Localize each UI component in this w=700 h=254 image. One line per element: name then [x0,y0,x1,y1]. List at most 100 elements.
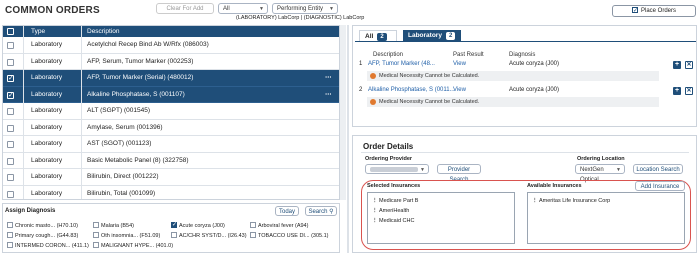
today-button[interactable]: Today [275,206,299,216]
drag-handle-icon[interactable]: ⋮ [532,198,538,204]
row-checkbox[interactable] [7,124,14,132]
provider-search-button[interactable]: Provider Search [437,164,481,183]
past-result-view-link[interactable]: View [453,61,466,67]
chevron-down-icon: ▼ [259,6,264,12]
diagnosis-option[interactable]: MALIGNANT HYPE... (401.0) [93,242,173,249]
order-description-link[interactable]: Alkaline Phosphatase, S (0011... [368,87,455,93]
diagnosis-checkbox[interactable] [93,232,99,238]
insurance-item[interactable]: ⋮ Medicare Part B [372,198,418,204]
diagnosis-option[interactable]: TOBACCO USE DI... (305.1) [250,232,329,239]
right-panel: All 2 Laboratory 2 Description Past Result… [350,25,698,253]
row-checkbox[interactable] [7,141,14,148]
row-checkbox[interactable] [7,190,14,198]
row-menu-icon[interactable]: ⋯ [325,73,332,81]
insurance-item[interactable]: ⋮ Ameritas Life Insurance Corp [532,198,610,204]
selected-orders-box: All 2 Laboratory 2 Description Past Result… [352,25,697,127]
table-row[interactable]: Laboratory Amylase, Serum (001396) [3,119,339,136]
diagnosis-label: Arboviral fever (A94) [258,223,309,229]
tab-laboratory[interactable]: Laboratory 2 [403,30,461,41]
table-row[interactable]: Laboratory AST (SGOT) (001123) [3,136,339,153]
column-header-description[interactable]: Description [87,28,120,35]
table-row[interactable]: Laboratory Bilirubin, Direct (001222) [3,169,339,186]
table-row[interactable]: Laboratory Basic Metabolic Panel (8) (322… [3,152,339,169]
diagnosis-checkbox[interactable] [7,222,13,228]
add-insurance-button[interactable]: Add Insurance [635,181,685,191]
diagnosis-checkbox[interactable] [93,242,99,248]
table-row[interactable]: Laboratory Alkaline Phosphatase, S (00110… [3,86,339,103]
diagnosis-label: Primary cough... (G44.83) [15,233,79,239]
column-header-type[interactable]: Type [31,28,45,35]
table-row[interactable]: Laboratory AFP, Serum, Tumor Marker (0022… [3,53,339,70]
diagnosis-option[interactable]: INTERMED CORON... (411.1) [7,242,89,249]
ordering-location-select[interactable]: NextGen Optical ▼ [575,164,625,183]
cell-type: Laboratory [31,74,63,81]
diagnosis-checkbox[interactable] [171,232,177,238]
col-diagnosis: Diagnosis [509,52,536,58]
table-row[interactable]: Laboratory AFP, Tumor Marker (Serial) (48… [3,70,339,87]
performing-entity-value: Performing Entity [277,6,324,12]
diagnosis-checkbox[interactable] [171,221,177,228]
insurance-name: AmeriHealth [379,208,410,214]
cell-type: Laboratory [31,173,63,180]
table-row[interactable]: Laboratory ALT (SGPT) (001545) [3,103,339,120]
performing-subheader: (LABORATORY) LabCorp | (DIAGNOSTIC) LabC… [236,15,365,21]
diagnosis-option[interactable]: Malaria (B54) [93,222,134,229]
row-checkbox[interactable] [7,174,14,181]
remove-order-button[interactable]: ✕ [685,61,693,69]
diagnosis-option[interactable]: Arboviral fever (A94) [250,222,308,229]
search-button[interactable]: Search ⚲ [305,206,337,216]
row-checkbox[interactable] [7,108,14,115]
row-checkbox[interactable] [7,74,14,82]
diagnosis-option[interactable]: Acute coryza (J00) [171,221,225,229]
diagnosis-option[interactable]: Chronic masto... (H70.10) [7,222,78,229]
ordering-provider-select[interactable]: ▼ [365,164,429,174]
drag-handle-icon[interactable]: ⋮ [372,218,378,224]
location-search-button[interactable]: Location Search [633,164,683,174]
row-checkbox[interactable] [7,58,14,66]
row-checkbox[interactable] [7,42,14,49]
diagnosis-checkbox[interactable] [7,232,13,238]
diagnosis-checkbox[interactable] [250,222,256,228]
row-checkbox[interactable] [7,91,14,99]
selected-insurances-list[interactable]: ⋮ Medicare Part B ⋮ AmeriHealth ⋮ Medicaid CH… [367,192,515,244]
diagnosis-option[interactable]: Oth insomnia... (F51.09) [93,232,160,239]
order-description-link[interactable]: AFP, Tumor Marker (48... [368,61,435,67]
available-insurances-list[interactable]: ⋮ Ameritas Life Insurance Corp [527,192,685,244]
cell-description: Basic Metabolic Panel (8) (322758) [87,156,189,164]
diagnosis-option[interactable]: Primary cough... (G44.83) [7,232,78,239]
panel-splitter[interactable] [347,25,349,253]
diagnosis-option[interactable]: AC/CHR SYST/D... (I26.43) [171,232,247,239]
select-all-checkbox[interactable] [7,28,14,35]
table-row[interactable]: Laboratory Acetylchol Recep Bind Ab W/Rfx… [3,37,339,54]
row-menu-icon[interactable]: ⋯ [325,90,332,98]
remove-order-button[interactable]: ✕ [685,87,693,95]
drag-handle-icon[interactable]: ⋮ [372,208,378,214]
grid-scrollbar[interactable] [340,25,346,200]
cell-type: Laboratory [31,41,63,48]
diagnosis-checkbox[interactable] [7,242,13,248]
insurance-item[interactable]: ⋮ AmeriHealth [372,208,409,214]
insurance-item[interactable]: ⋮ Medicaid CHC [372,218,414,224]
cell-type: Laboratory [31,189,63,197]
check-icon [631,6,638,16]
table-row[interactable]: Laboratory Bilirubin, Total (001099) [3,185,339,199]
add-order-button[interactable]: + [673,61,681,69]
cell-type: Laboratory [31,90,63,98]
drag-handle-icon[interactable]: ⋮ [372,198,378,204]
row-checkbox[interactable] [7,157,14,165]
order-number: 2 [359,87,363,93]
clear-for-add-button[interactable]: Clear For Add [156,3,214,14]
ordering-location-label: Ordering Location [577,156,625,162]
order-details-box: Order Details Ordering Provider ▼ Provid… [352,135,697,253]
diagnosis-checkbox[interactable] [250,232,256,238]
performing-entity-select[interactable]: Performing Entity ▼ [272,3,338,14]
add-order-button[interactable]: + [673,87,681,95]
filter-select[interactable]: All ▼ [218,3,268,14]
tab-all[interactable]: All 2 [359,30,397,41]
warning-dot-icon [370,99,376,105]
diagnosis-checkbox[interactable] [93,222,99,228]
tab-all-label: All [365,33,374,40]
place-orders-button[interactable]: Place Orders [612,5,696,17]
past-result-view-link[interactable]: View [453,87,466,93]
cell-description: Bilirubin, Total (001099) [87,189,156,197]
